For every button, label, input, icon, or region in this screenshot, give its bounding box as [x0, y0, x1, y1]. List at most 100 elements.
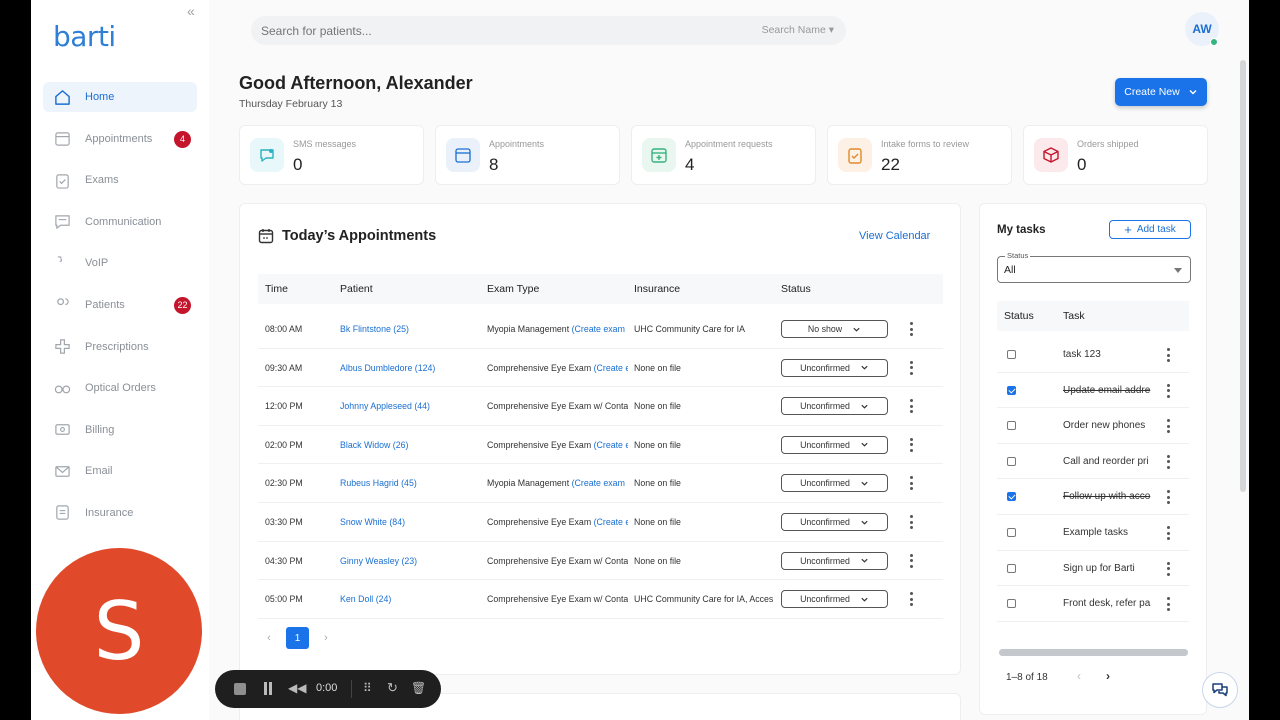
- drag-handle-icon[interactable]: ⠿: [363, 681, 372, 695]
- sidebar-item-patients[interactable]: Patients 22: [43, 290, 197, 320]
- task-text[interactable]: Example tasks: [1063, 527, 1153, 538]
- restart-icon[interactable]: ↻: [387, 680, 398, 696]
- prev-page-icon[interactable]: ‹: [258, 632, 280, 644]
- rewind-icon[interactable]: ◀◀: [288, 681, 306, 695]
- status-select[interactable]: Unconfirmed: [781, 474, 888, 493]
- task-text[interactable]: Call and reorder pri: [1063, 456, 1153, 467]
- row-more-icon[interactable]: [906, 551, 916, 571]
- add-task-button[interactable]: + Add task: [1109, 220, 1191, 239]
- tasks-prev-page-icon[interactable]: ‹: [1077, 669, 1081, 683]
- support-chat-button[interactable]: [1202, 672, 1238, 708]
- col-patient[interactable]: Patient: [340, 283, 373, 295]
- barti-logo[interactable]: barti: [53, 20, 116, 53]
- task-text[interactable]: Update email addre: [1063, 385, 1153, 396]
- page-vertical-scrollbar[interactable]: [1240, 60, 1246, 492]
- patient-link[interactable]: Snow White (84): [340, 517, 480, 527]
- tasks-horizontal-scrollbar[interactable]: [999, 649, 1188, 656]
- task-text[interactable]: Sign up for Barti: [1063, 563, 1153, 574]
- view-calendar-link[interactable]: View Calendar: [859, 230, 930, 242]
- patient-link[interactable]: Ginny Weasley (23): [340, 556, 480, 566]
- search-input[interactable]: [261, 16, 721, 45]
- stop-recording-icon[interactable]: [234, 683, 246, 695]
- status-select[interactable]: Unconfirmed: [781, 590, 888, 609]
- create-exam-link[interactable]: (Create e: [594, 517, 628, 527]
- task-checkbox[interactable]: [1007, 385, 1016, 395]
- task-checkbox[interactable]: [1007, 350, 1016, 359]
- sidebar-item-optical-orders[interactable]: Optical Orders: [43, 373, 197, 403]
- row-more-icon[interactable]: [906, 473, 916, 493]
- status-select[interactable]: No show: [781, 320, 888, 338]
- sidebar-item-home[interactable]: Home: [43, 82, 197, 112]
- stat-card-orders-shipped[interactable]: Orders shipped 0: [1023, 125, 1208, 185]
- task-checkbox[interactable]: [1007, 421, 1016, 431]
- scrollbar-thumb[interactable]: [999, 649, 1188, 656]
- sidebar-item-voip[interactable]: VoIP: [43, 248, 197, 278]
- page-number[interactable]: 1: [286, 627, 309, 649]
- next-page-icon[interactable]: ›: [315, 632, 337, 644]
- sidebar-item-exams[interactable]: Exams: [43, 165, 197, 195]
- search-filter-dropdown[interactable]: Search Name ▾: [762, 24, 834, 36]
- status-select[interactable]: Unconfirmed: [781, 435, 888, 454]
- row-more-icon[interactable]: [906, 435, 916, 455]
- col-status[interactable]: Status: [781, 283, 811, 295]
- col-exam-type[interactable]: Exam Type: [487, 283, 539, 295]
- create-exam-link[interactable]: (Create exam: [572, 324, 625, 334]
- stat-card-intake-forms-to-review[interactable]: Intake forms to review 22: [827, 125, 1012, 185]
- status-select[interactable]: Unconfirmed: [781, 551, 888, 570]
- task-text[interactable]: task 123: [1063, 349, 1153, 360]
- sidebar-item-appointments[interactable]: Appointments 4: [43, 124, 197, 154]
- col-insurance[interactable]: Insurance: [634, 283, 680, 295]
- row-more-icon[interactable]: [906, 319, 916, 339]
- task-checkbox[interactable]: [1007, 456, 1016, 466]
- task-checkbox[interactable]: [1007, 528, 1016, 537]
- sidebar-item-label: Optical Orders: [85, 382, 156, 395]
- task-more-icon[interactable]: [1165, 345, 1171, 365]
- status-select[interactable]: Unconfirmed: [781, 397, 888, 416]
- task-checkbox[interactable]: [1007, 492, 1016, 502]
- row-more-icon[interactable]: [906, 512, 916, 532]
- task-text[interactable]: Order new phones: [1063, 420, 1153, 431]
- patient-link[interactable]: Albus Dumbledore (124): [340, 363, 480, 373]
- task-more-icon[interactable]: [1165, 594, 1171, 614]
- patient-link[interactable]: Ken Doll (24): [340, 594, 480, 604]
- task-more-icon[interactable]: [1165, 452, 1171, 472]
- create-exam-link[interactable]: (Create exam: [572, 478, 625, 488]
- stat-card-appointments[interactable]: Appointments 8: [435, 125, 620, 185]
- task-more-icon[interactable]: [1165, 559, 1171, 579]
- sidebar-item-billing[interactable]: Billing: [43, 415, 197, 445]
- row-more-icon[interactable]: [906, 396, 916, 416]
- sidebar-item-prescriptions[interactable]: Prescriptions: [43, 332, 197, 362]
- sidebar-item-communication[interactable]: Communication: [43, 207, 197, 237]
- stat-card-sms-messages[interactable]: SMS messages 0: [239, 125, 424, 185]
- task-more-icon[interactable]: [1165, 487, 1171, 507]
- patient-link[interactable]: Rubeus Hagrid (45): [340, 478, 480, 488]
- create-exam-link[interactable]: (Create e: [594, 363, 628, 373]
- create-exam-link[interactable]: (Create e: [594, 440, 628, 450]
- task-more-icon[interactable]: [1165, 523, 1171, 543]
- patient-link[interactable]: Black Widow (26): [340, 440, 480, 450]
- task-more-icon[interactable]: [1165, 381, 1171, 401]
- create-new-button[interactable]: Create New: [1115, 78, 1207, 106]
- status-select[interactable]: Unconfirmed: [781, 358, 888, 377]
- table-row: 03:30 PM Snow White (84) Comprehensive Eye…: [258, 503, 943, 542]
- collapse-sidebar-icon[interactable]: «: [187, 3, 195, 19]
- stat-card-appointment-requests[interactable]: Appointment requests 4: [631, 125, 816, 185]
- task-text[interactable]: Front desk, refer pa: [1063, 598, 1153, 609]
- pause-icon[interactable]: [263, 682, 273, 695]
- status-filter-select[interactable]: Status All: [997, 251, 1191, 283]
- sidebar-item-insurance[interactable]: Insurance: [43, 498, 197, 528]
- trash-icon[interactable]: 🗑: [411, 681, 426, 695]
- task-checkbox[interactable]: [1007, 599, 1016, 609]
- row-more-icon[interactable]: [906, 358, 916, 378]
- status-select[interactable]: Unconfirmed: [781, 513, 888, 531]
- task-text[interactable]: Follow up with acco: [1063, 491, 1153, 502]
- patient-link[interactable]: Bk Flintstone (25): [340, 324, 480, 334]
- col-time[interactable]: Time: [265, 283, 288, 295]
- tasks-next-page-icon[interactable]: ›: [1106, 669, 1110, 683]
- task-checkbox[interactable]: [1007, 563, 1016, 573]
- patient-link[interactable]: Johnny Appleseed (44): [340, 401, 480, 411]
- patient-search[interactable]: Search Name ▾: [251, 16, 846, 45]
- sidebar-item-email[interactable]: Email: [43, 456, 197, 486]
- row-more-icon[interactable]: [906, 589, 916, 609]
- task-more-icon[interactable]: [1165, 416, 1171, 436]
